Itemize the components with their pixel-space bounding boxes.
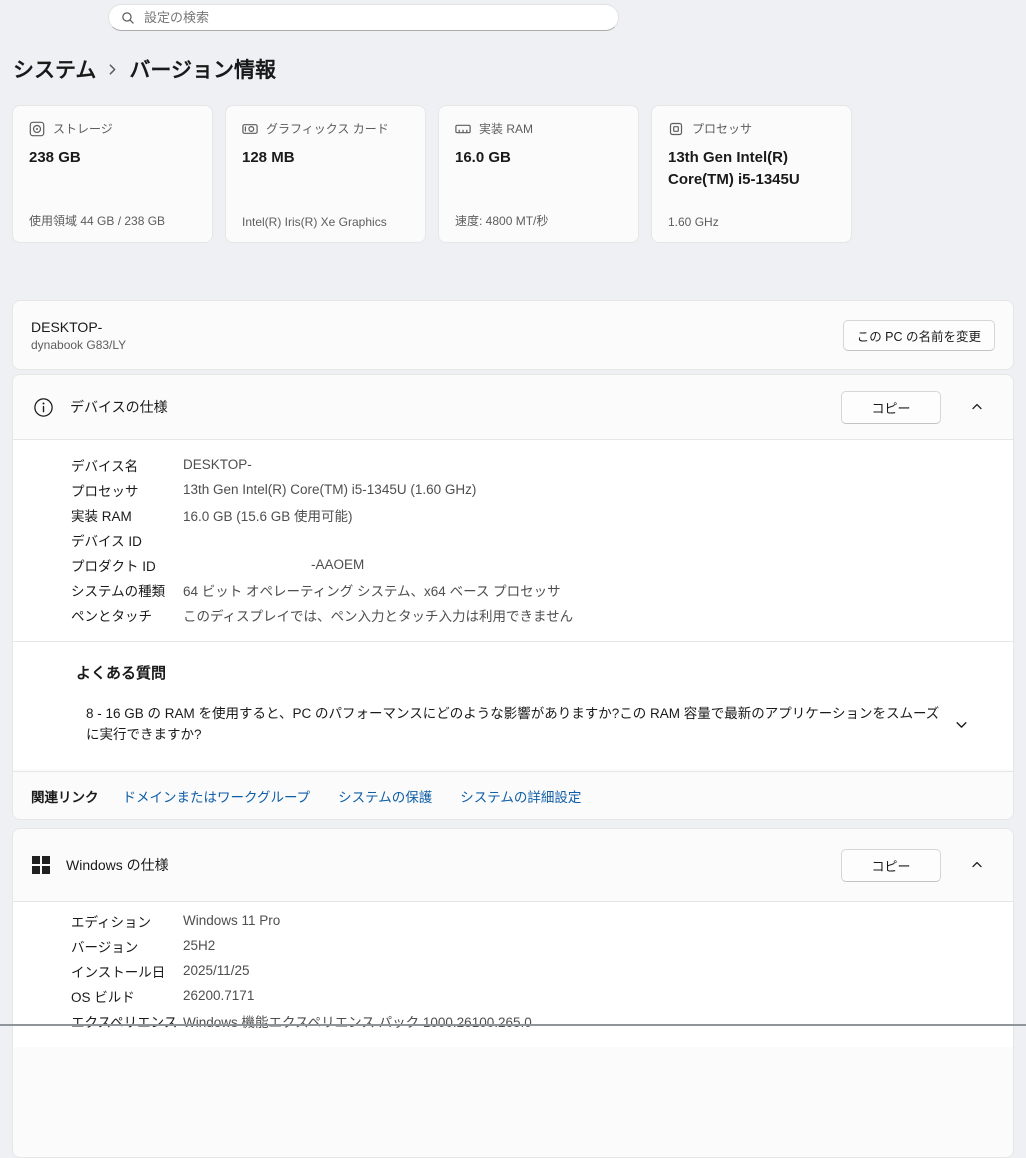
ram-icon xyxy=(455,121,471,137)
spec-row-processor: プロセッサ 13th Gen Intel(R) Core(TM) i5-1345… xyxy=(71,477,1013,502)
rename-pc-button[interactable]: この PC の名前を変更 xyxy=(843,320,995,351)
faq-item[interactable]: 8 - 16 GB の RAM を使用すると、PC のパフォーマンスにどのような… xyxy=(76,703,973,745)
windows-specs-title: Windows の仕様 xyxy=(66,855,169,875)
breadcrumb-system[interactable]: システム xyxy=(13,54,96,84)
processor-card: プロセッサ 13th Gen Intel(R) Core(TM) i5-1345… xyxy=(651,105,852,243)
card-caption: 速度: 4800 MT/秒 xyxy=(455,212,622,229)
info-icon xyxy=(33,397,54,418)
card-label: グラフィックス カード xyxy=(266,120,389,137)
card-caption: Intel(R) Iris(R) Xe Graphics xyxy=(242,215,409,229)
device-name-panel: DESKTOP- dynabook G83/LY この PC の名前を変更 xyxy=(12,300,1014,370)
related-links-label: 関連リンク xyxy=(31,786,99,806)
card-value: 238 GB xyxy=(29,147,196,169)
spec-row-device-name: デバイス名 DESKTOP- xyxy=(71,452,1013,477)
device-specs-header[interactable]: デバイスの仕様 コピー xyxy=(13,375,1013,439)
chevron-down-icon[interactable] xyxy=(949,712,973,736)
faq-question: 8 - 16 GB の RAM を使用すると、PC のパフォーマンスにどのような… xyxy=(86,703,942,745)
device-name: DESKTOP- xyxy=(31,319,126,335)
search-input[interactable] xyxy=(144,10,606,25)
copy-device-specs-button[interactable]: コピー xyxy=(841,391,941,424)
summary-cards: ストレージ 238 GB 使用領域 44 GB / 238 GB グラフィックス… xyxy=(12,105,852,243)
graphics-card-icon xyxy=(242,121,258,137)
storage-icon xyxy=(29,121,45,137)
link-system-protection[interactable]: システムの保護 xyxy=(338,786,432,806)
chevron-up-icon[interactable] xyxy=(965,395,989,419)
spec-row-pen-touch: ペンとタッチ このディスプレイでは、ペン入力とタッチ入力は利用できません xyxy=(71,602,1013,627)
device-specs-panel: デバイスの仕様 コピー デバイス名 DESKTOP- プロセッサ 13th Ge… xyxy=(12,374,1014,820)
device-specs-content: デバイス名 DESKTOP- プロセッサ 13th Gen Intel(R) C… xyxy=(13,439,1013,641)
spec-row-system-type: システムの種類 64 ビット オペレーティング システム、x64 ベース プロセ… xyxy=(71,577,1013,602)
spec-row-os-build: OS ビルド 26200.7171 xyxy=(71,983,1013,1008)
card-caption: 1.60 GHz xyxy=(668,215,835,229)
spec-row-experience: エクスペリエンス Windows 機能エクスペリエンス パック 1000.261… xyxy=(71,1008,1013,1033)
chevron-right-icon xyxy=(106,63,119,76)
card-value: 16.0 GB xyxy=(455,147,622,169)
card-value: 13th Gen Intel(R) Core(TM) i5-1345U xyxy=(668,147,835,191)
search-icon xyxy=(121,11,135,25)
spec-row-ram: 実装 RAM 16.0 GB (15.6 GB 使用可能) xyxy=(71,502,1013,527)
windows-logo-icon xyxy=(32,856,50,874)
storage-card: ストレージ 238 GB 使用領域 44 GB / 238 GB xyxy=(12,105,213,243)
card-value: 128 MB xyxy=(242,147,409,169)
ram-card: 実装 RAM 16.0 GB 速度: 4800 MT/秒 xyxy=(438,105,639,243)
chevron-up-icon[interactable] xyxy=(965,853,989,877)
page-title: バージョン情報 xyxy=(129,54,276,84)
card-caption: 使用領域 44 GB / 238 GB xyxy=(29,212,196,229)
device-model: dynabook G83/LY xyxy=(31,338,126,352)
graphics-card: グラフィックス カード 128 MB Intel(R) Iris(R) Xe G… xyxy=(225,105,426,243)
processor-icon xyxy=(668,121,684,137)
related-links-row: 関連リンク ドメインまたはワークグループ システムの保護 システムの詳細設定 xyxy=(13,771,1013,819)
windows-specs-header[interactable]: Windows の仕様 コピー xyxy=(13,829,1013,901)
windows-specs-panel: Windows の仕様 コピー エディション Windows 11 Pro バー… xyxy=(12,828,1014,1158)
spec-row-version: バージョン 25H2 xyxy=(71,933,1013,958)
faq-title: よくある質問 xyxy=(76,662,973,683)
faq-section: よくある質問 8 - 16 GB の RAM を使用すると、PC のパフォーマン… xyxy=(13,641,1013,769)
card-label: 実装 RAM xyxy=(479,120,533,137)
spec-row-edition: エディション Windows 11 Pro xyxy=(71,908,1013,933)
link-domain-or-workgroup[interactable]: ドメインまたはワークグループ xyxy=(123,786,311,806)
spec-row-product-id: プロダクト ID -AAOEM xyxy=(71,552,1013,577)
spec-row-device-id: デバイス ID xyxy=(71,527,1013,552)
link-advanced-system-settings[interactable]: システムの詳細設定 xyxy=(460,786,581,806)
breadcrumb: システム バージョン情報 xyxy=(13,54,276,84)
card-label: プロセッサ xyxy=(692,120,752,137)
settings-search-bar[interactable] xyxy=(108,4,619,31)
copy-windows-specs-button[interactable]: コピー xyxy=(841,849,941,882)
device-specs-title: デバイスの仕様 xyxy=(70,397,168,417)
card-label: ストレージ xyxy=(53,120,113,137)
spec-row-install-date: インストール日 2025/11/25 xyxy=(71,958,1013,983)
